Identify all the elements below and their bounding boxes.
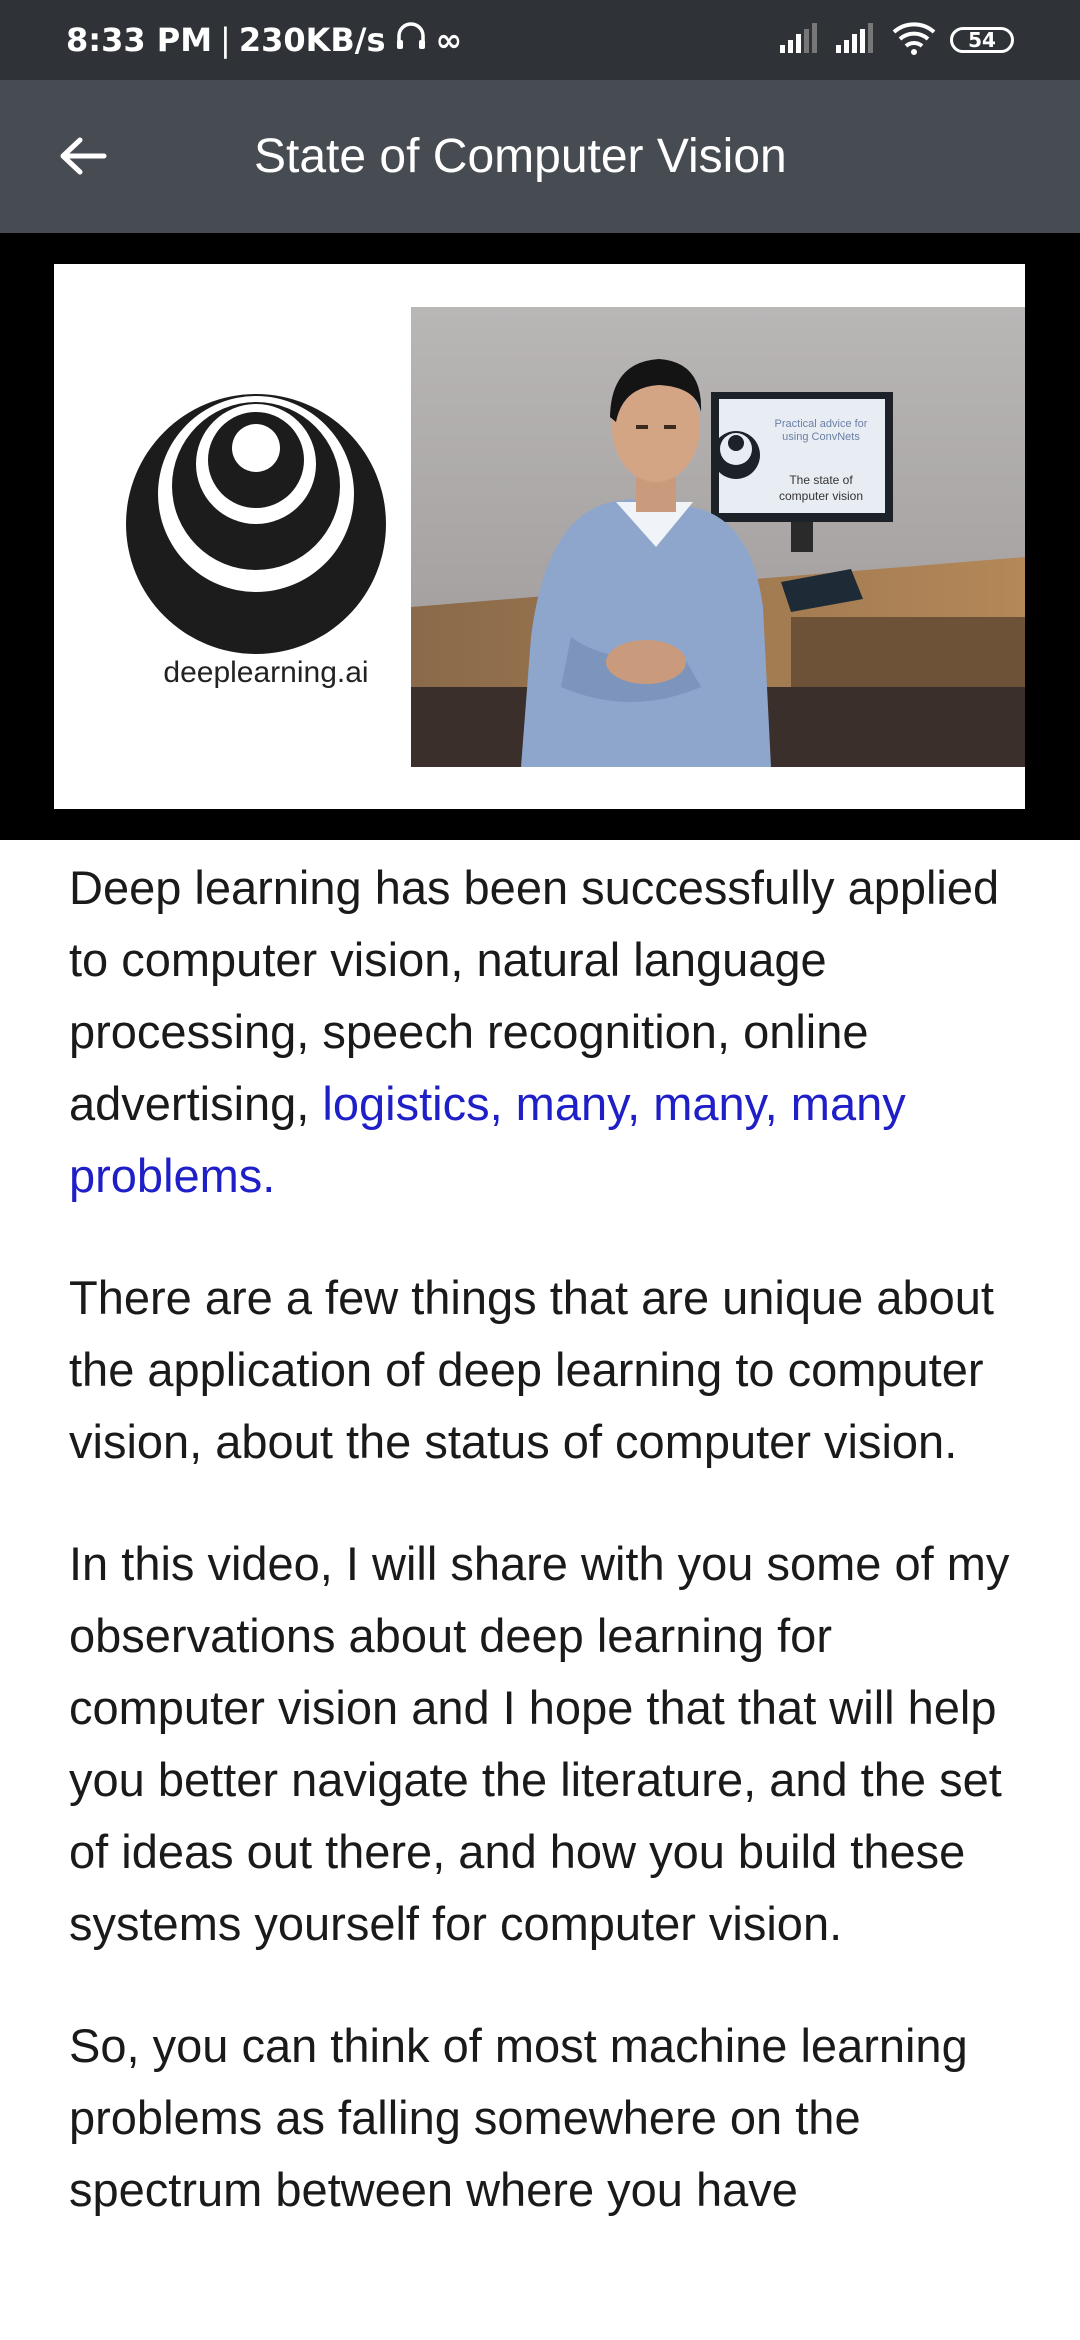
video-frame[interactable]: deeplearning.ai Practical advice for usi… — [54, 264, 1025, 809]
transcript-paragraph: Deep learning has been successfully appl… — [69, 852, 1029, 1212]
signal-icon — [836, 23, 878, 57]
status-bar: 8:33 PM | 230KB/s ∞ 54 — [0, 0, 1080, 80]
headphones-icon — [394, 19, 428, 61]
transcript-paragraph: So, you can think of most machine learni… — [69, 2019, 968, 2216]
status-left: 8:33 PM | 230KB/s ∞ — [66, 0, 462, 80]
battery-icon: 54 — [950, 27, 1014, 53]
transcript-paragraph: In this video, I will share with you som… — [69, 1537, 1010, 1950]
logo-text: deeplearning.ai — [163, 656, 369, 689]
video-player[interactable]: deeplearning.ai Practical advice for usi… — [0, 233, 1080, 840]
deeplearning-logo-icon — [126, 394, 386, 654]
infinity-icon: ∞ — [435, 21, 463, 59]
screen-text-4: computer vision — [779, 489, 863, 503]
battery-level: 54 — [968, 28, 996, 52]
back-button[interactable] — [46, 120, 118, 192]
status-time: 8:33 PM — [66, 21, 213, 59]
status-separator: | — [220, 21, 231, 59]
back-arrow-icon — [60, 137, 107, 175]
screen-text-2: using ConvNets — [782, 431, 860, 443]
app-bar: State of Computer Vision — [0, 80, 1080, 233]
lecture-video-still: Practical advice for using ConvNets The … — [411, 307, 1025, 767]
transcript-paragraph: There are a few things that are unique a… — [69, 1271, 994, 1468]
screen-text-3: The state of — [789, 473, 853, 487]
deeplearning-logo: deeplearning.ai — [126, 394, 406, 714]
network-speed: 230KB/s — [238, 21, 386, 59]
page-title: State of Computer Vision — [254, 130, 787, 183]
wifi-icon — [892, 21, 936, 59]
transcript: Deep learning has been successfully appl… — [69, 852, 1029, 2276]
signal-icon — [780, 23, 822, 57]
status-right: 54 — [780, 0, 1014, 80]
screen-text-1: Practical advice for — [775, 418, 868, 430]
